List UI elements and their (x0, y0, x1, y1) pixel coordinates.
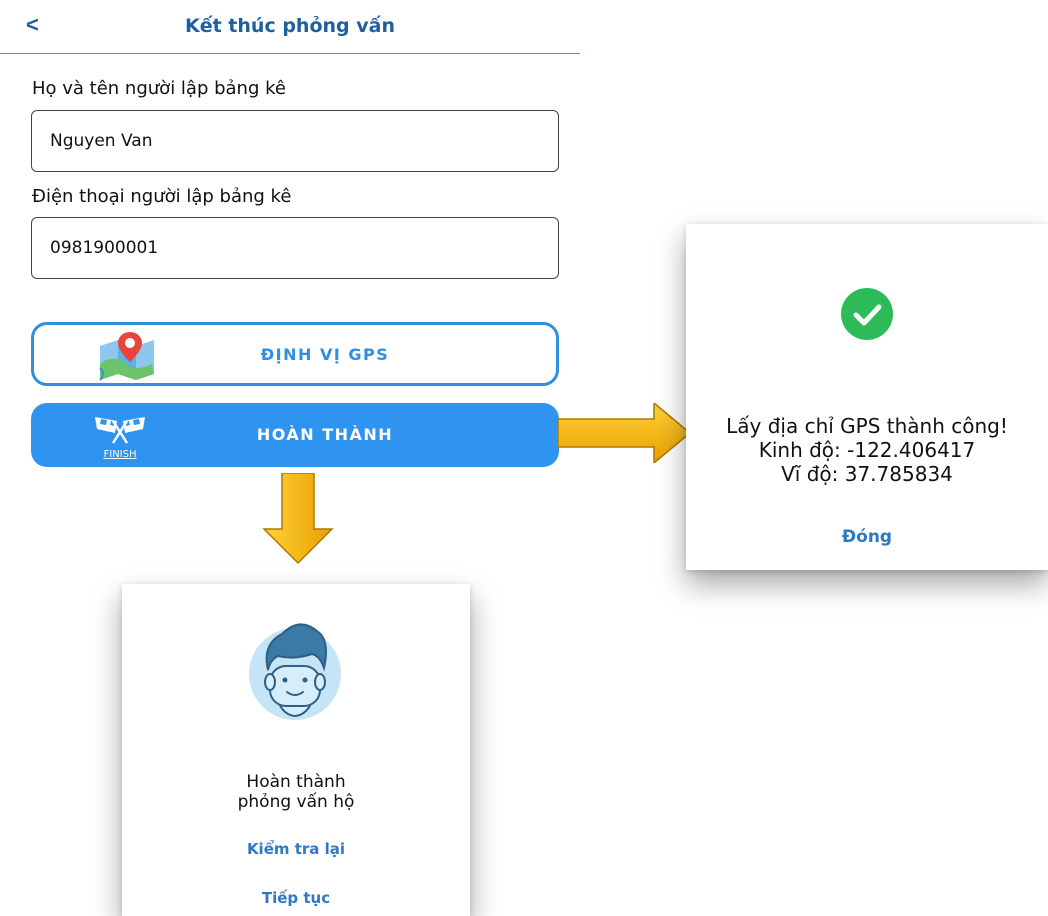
page-title: Kết thúc phỏng vấn (185, 15, 395, 37)
arrow-down-icon (262, 473, 334, 565)
gps-message-status: Lấy địa chỉ GPS thành công! (726, 414, 1008, 438)
gps-latitude: Vĩ độ: 37.785834 (781, 462, 953, 486)
completion-message-line2: phỏng vấn hộ (237, 792, 355, 812)
close-button[interactable]: Đóng (686, 527, 1048, 547)
avatar-face-icon (249, 623, 341, 720)
phone-field[interactable]: 0981900001 (31, 217, 559, 279)
check-circle-icon (841, 288, 893, 340)
gps-longitude: Kinh độ: -122.406417 (758, 438, 976, 462)
finish-button[interactable]: FINISH HOÀN THÀNH (31, 403, 559, 467)
gps-message: Lấy địa chỉ GPS thành công! Kinh độ: -12… (686, 414, 1048, 486)
app-header: < Kết thúc phỏng vấn (0, 0, 580, 54)
completion-message: Hoàn thành phỏng vấn hộ (122, 772, 470, 812)
arrow-right-icon (558, 403, 692, 463)
completion-dialog: Hoàn thành phỏng vấn hộ Kiểm tra lại Tiế… (122, 584, 470, 916)
phone-field-label: Điện thoại người lập bảng kê (32, 186, 292, 207)
continue-button[interactable]: Tiếp tục (122, 889, 470, 907)
name-field-label: Họ và tên người lập bảng kê (32, 78, 286, 99)
completion-message-line1: Hoàn thành (246, 772, 346, 792)
recheck-button[interactable]: Kiểm tra lại (122, 840, 470, 858)
finish-button-label: HOÀN THÀNH (256, 425, 394, 444)
gps-locate-button[interactable]: ĐỊNH VỊ GPS (31, 322, 559, 386)
finish-icon-text: FINISH (104, 449, 137, 459)
phone-field-value: 0981900001 (50, 238, 159, 258)
gps-success-dialog: Lấy địa chỉ GPS thành công! Kinh độ: -12… (686, 224, 1048, 570)
name-field[interactable]: Nguyen Van (31, 110, 559, 172)
name-field-value: Nguyen Van (50, 131, 153, 151)
gps-button-label: ĐỊNH VỊ GPS (260, 345, 390, 364)
